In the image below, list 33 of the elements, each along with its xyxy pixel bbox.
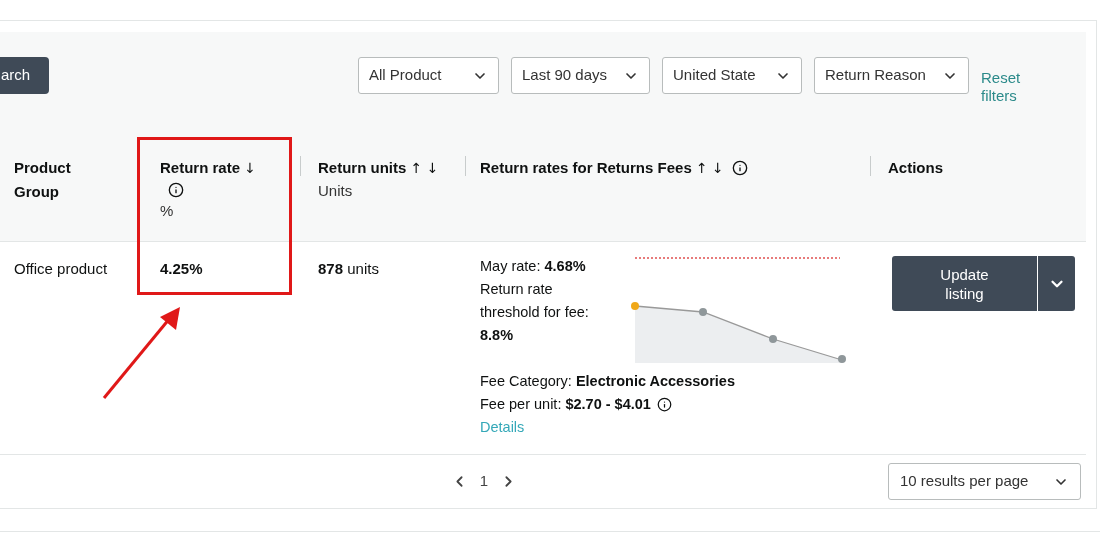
sparkline-point	[769, 335, 777, 343]
filter-dropdown[interactable]: All Product	[358, 57, 499, 94]
sort-arrows[interactable]: ↑ ↓	[695, 160, 724, 176]
update-listing-button[interactable]: Update listing	[892, 256, 1037, 311]
column-header[interactable]: Return rate	[160, 159, 241, 176]
filter-dropdown[interactable]: Last 90 days	[511, 57, 650, 94]
column-header[interactable]: Return units	[318, 159, 407, 176]
column-header[interactable]: Actions	[888, 156, 988, 180]
search-button[interactable]: arch	[0, 57, 49, 94]
per-page-dropdown[interactable]: 10 results per page	[888, 463, 1081, 500]
fee-per-unit-text: Fee per unit: $2.70 - $4.01	[480, 395, 651, 414]
filter-dropdown[interactable]: Return Reason	[814, 57, 969, 94]
info-icon[interactable]	[168, 182, 184, 198]
column-header[interactable]: Return rates for Returns Fees	[480, 159, 692, 176]
table-cell: 878 units	[318, 260, 379, 277]
sort-arrows[interactable]: ↓	[244, 160, 256, 176]
fee-category-text: Fee Category: Electronic Accessories	[480, 372, 736, 391]
info-icon[interactable]	[731, 160, 748, 176]
filter-dropdown[interactable]: United State	[662, 57, 802, 94]
reset-filters-link[interactable]: Reset filters	[981, 69, 1041, 105]
page-number[interactable]: 1	[479, 470, 489, 493]
threshold-text: Return rate threshold for fee: 8.8%	[480, 280, 590, 345]
column-header[interactable]: Product Group	[14, 156, 104, 204]
table-cell: Office product	[14, 260, 108, 277]
column-unit: %	[160, 201, 175, 221]
sparkline-point	[699, 308, 707, 316]
column-unit: Units	[318, 181, 354, 201]
sort-arrows[interactable]: ↑ ↓	[410, 160, 439, 176]
sparkline-point	[631, 302, 639, 310]
sparkline-point	[838, 355, 846, 363]
info-icon[interactable]	[656, 397, 672, 412]
may-rate-text: May rate: 4.68%	[480, 257, 587, 276]
table-cell: 4.25%	[160, 260, 203, 277]
